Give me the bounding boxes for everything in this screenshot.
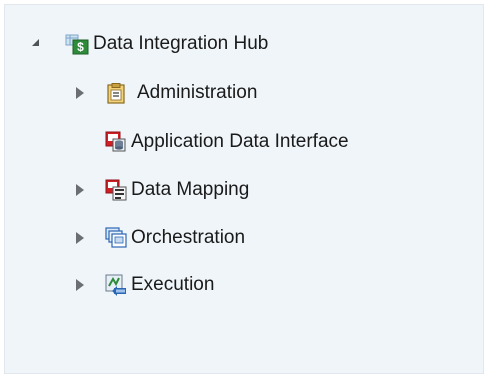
tree-node-label: Orchestration — [131, 227, 246, 248]
tree-node-execution[interactable]: Execution — [73, 271, 214, 299]
tree-node-label: Administration — [137, 82, 258, 103]
tree-node-label: Data Integration Hub — [93, 33, 269, 54]
execution-icon — [105, 274, 127, 296]
tree-node-application-data-interface[interactable]: Application Data Interface — [105, 128, 349, 156]
navigation-tree-panel: $ Data Integration Hub Administration Ap… — [4, 4, 484, 374]
tree-node-data-integration-hub[interactable]: $ Data Integration Hub — [31, 30, 268, 58]
expand-triangle-icon[interactable] — [73, 278, 87, 292]
tree-node-orchestration[interactable]: Orchestration — [73, 224, 245, 252]
application-data-interface-icon — [105, 131, 127, 153]
expand-triangle-icon[interactable] — [73, 183, 87, 197]
expand-triangle-icon[interactable] — [73, 86, 87, 100]
orchestration-icon — [105, 227, 127, 249]
collapse-triangle-icon[interactable] — [31, 37, 45, 51]
tree-node-label: Application Data Interface — [131, 131, 349, 152]
clipboard-icon — [105, 82, 127, 104]
tree-node-administration[interactable]: Administration — [73, 79, 257, 107]
tree-node-label: Execution — [131, 274, 215, 295]
svg-text:$: $ — [77, 40, 84, 54]
data-integration-hub-icon: $ — [65, 33, 89, 55]
tree-node-label: Data Mapping — [131, 179, 250, 200]
tree-node-data-mapping[interactable]: Data Mapping — [73, 176, 249, 204]
data-mapping-icon — [105, 179, 127, 201]
expand-triangle-icon[interactable] — [73, 231, 87, 245]
